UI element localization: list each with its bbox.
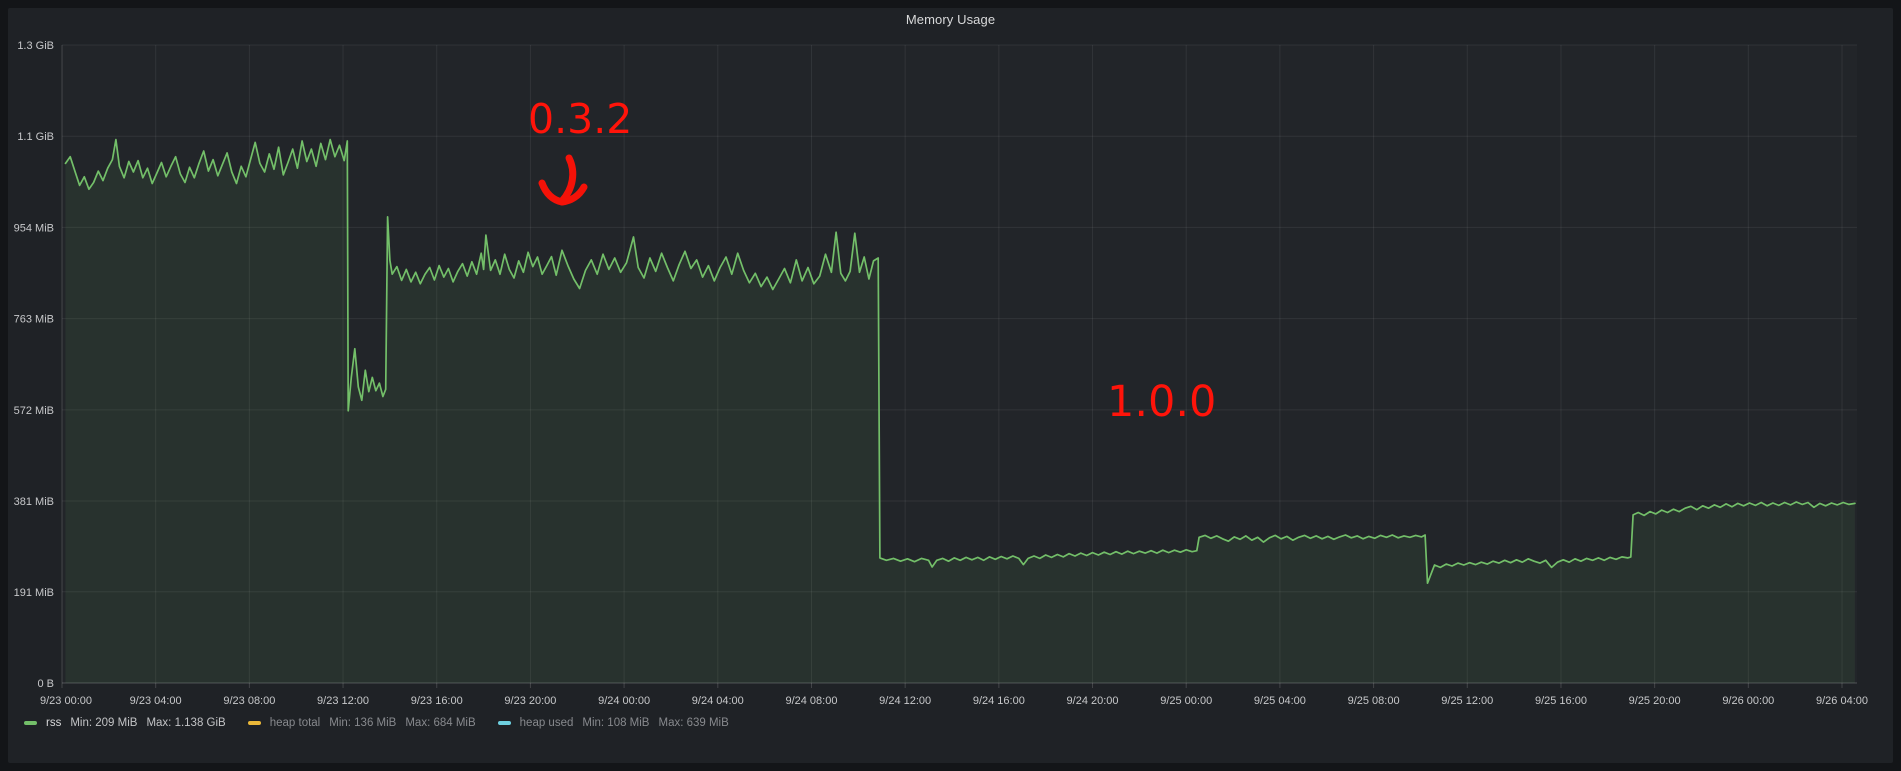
x-axis-tick-label: 9/25 16:00: [1535, 695, 1587, 707]
legend-item-heap-total[interactable]: heap total Min: 136 MiB Max: 684 MiB: [248, 717, 476, 729]
legend-series-min: Min: 136 MiB: [329, 717, 396, 729]
y-axis-tick-label: 1.3 GiB: [17, 40, 54, 52]
x-axis-tick-label: 9/24 08:00: [785, 695, 837, 707]
y-axis-tick-label: 954 MiB: [14, 222, 54, 234]
legend-series-max: Max: 684 MiB: [405, 717, 475, 729]
x-axis-tick-label: 9/23 00:00: [40, 695, 92, 707]
legend-series-name[interactable]: rss: [46, 717, 61, 729]
legend-series-max: Max: 639 MiB: [658, 717, 728, 729]
y-axis-tick-label: 0 B: [37, 678, 54, 690]
y-axis-tick-label: 572 MiB: [14, 405, 54, 417]
legend-series-name[interactable]: heap total: [270, 717, 321, 729]
x-axis-tick-label: 9/25 12:00: [1441, 695, 1493, 707]
legend-series-max: Max: 1.138 GiB: [146, 717, 225, 729]
x-axis-tick-label: 9/24 00:00: [598, 695, 650, 707]
legend-swatch-rss-icon: [24, 721, 37, 725]
x-axis-tick-label: 9/25 20:00: [1629, 695, 1681, 707]
x-axis-tick-label: 9/25 00:00: [1160, 695, 1212, 707]
annotation-arrow-icon: [528, 153, 598, 215]
x-axis-tick-label: 9/24 20:00: [1067, 695, 1119, 707]
x-axis-tick-label: 9/26 00:00: [1722, 695, 1774, 707]
x-axis-tick-label: 9/25 08:00: [1348, 695, 1400, 707]
legend-swatch-heap-total-icon: [248, 721, 261, 725]
x-axis-tick-label: 9/24 04:00: [692, 695, 744, 707]
legend-series-min: Min: 209 MiB: [70, 717, 137, 729]
legend-series-min: Min: 108 MiB: [582, 717, 649, 729]
panel-title[interactable]: Memory Usage: [0, 12, 1901, 27]
annotation-text-1-0-0: 1.0.0: [1107, 381, 1216, 424]
x-axis-tick-label: 9/23 16:00: [411, 695, 463, 707]
legend-item-rss[interactable]: rss Min: 209 MiB Max: 1.138 GiB: [24, 717, 226, 729]
x-axis-tick-label: 9/23 12:00: [317, 695, 369, 707]
grafana-page: { "page": { "title": "Memory Usage" }, "…: [0, 0, 1901, 771]
y-axis-tick-label: 191 MiB: [14, 587, 54, 599]
x-axis-tick-label: 9/24 16:00: [973, 695, 1025, 707]
x-axis-tick-label: 9/23 20:00: [504, 695, 556, 707]
legend-item-heap-used[interactable]: heap used Min: 108 MiB Max: 639 MiB: [498, 717, 729, 729]
y-axis-tick-label: 763 MiB: [14, 314, 54, 326]
legend-series-name[interactable]: heap used: [520, 717, 574, 729]
y-axis-tick-label: 1.1 GiB: [17, 131, 54, 143]
x-axis-tick-label: 9/24 12:00: [879, 695, 931, 707]
y-axis-tick-label: 381 MiB: [14, 496, 54, 508]
memory-usage-chart[interactable]: 0 B 191 MiB 381 MiB 572 MiB 763 MiB 954 MiB 1.…: [0, 0, 1901, 771]
x-axis-tick-label: 9/23 04:00: [130, 695, 182, 707]
x-axis-tick-label: 9/26 04:00: [1816, 695, 1868, 707]
x-axis-tick-label: 9/25 04:00: [1254, 695, 1306, 707]
annotation-text-0-3-2: 0.3.2: [528, 99, 632, 140]
x-axis-tick-label: 9/23 08:00: [223, 695, 275, 707]
legend-swatch-heap-used-icon: [498, 721, 511, 725]
chart-legend: rss Min: 209 MiB Max: 1.138 GiB heap tot…: [24, 717, 729, 729]
